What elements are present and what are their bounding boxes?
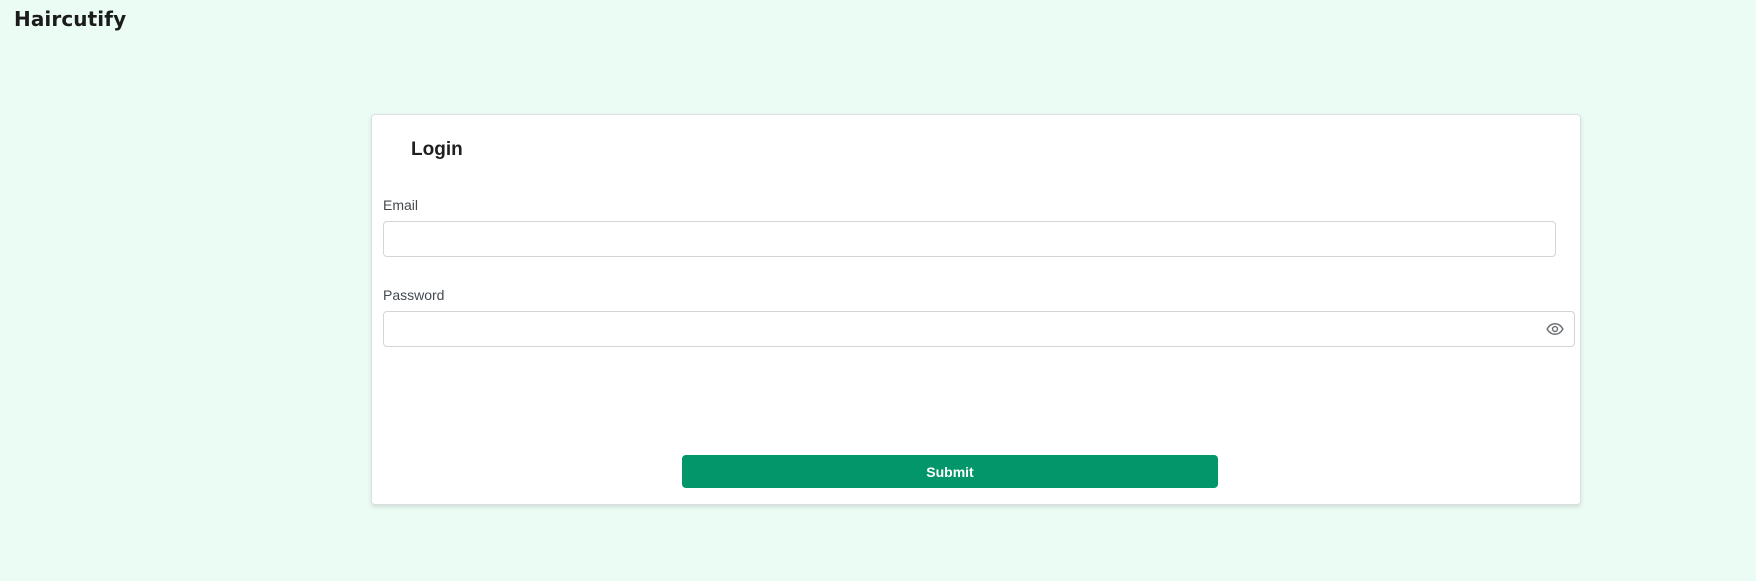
brand-logo: Haircutify — [14, 7, 127, 31]
eye-icon[interactable] — [1544, 320, 1566, 338]
submit-button[interactable]: Submit — [682, 455, 1218, 488]
login-title: Login — [411, 139, 463, 160]
email-field[interactable] — [383, 221, 1556, 257]
email-label: Email — [383, 197, 419, 213]
password-label: Password — [383, 287, 445, 303]
password-field[interactable] — [383, 311, 1575, 347]
login-card: Login Email Password Submit — [371, 114, 1581, 505]
